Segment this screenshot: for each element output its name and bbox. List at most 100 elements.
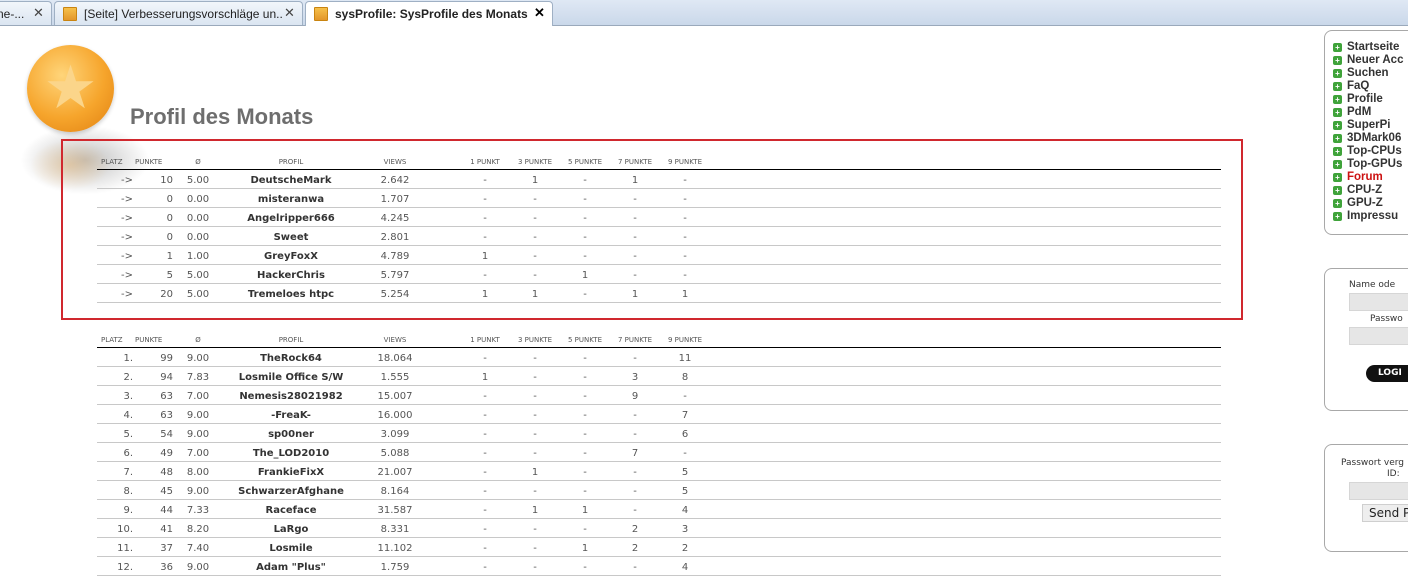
cell-avg: 7.83 bbox=[186, 372, 210, 383]
table-row: 9. 44 7.33 Raceface 31.587 - 1 1 - 4 bbox=[97, 500, 1221, 519]
cell-7-punkte: 2 bbox=[631, 524, 639, 535]
favicon-icon bbox=[63, 7, 77, 21]
sidebar-item-forum[interactable]: + Forum bbox=[1333, 171, 1403, 184]
table-row: 11. 37 7.40 Losmile 11.102 - - 1 2 2 bbox=[97, 538, 1221, 557]
cell-views: 31.587 bbox=[377, 505, 413, 516]
sidebar-item-label: 3DMark06 bbox=[1347, 132, 1402, 144]
sidebar-item-profile[interactable]: + Profile bbox=[1333, 93, 1403, 106]
profile-link[interactable]: Losmile Office S/W bbox=[225, 372, 357, 383]
cell-platz: 7. bbox=[123, 467, 133, 478]
cell-avg: 9.00 bbox=[186, 353, 210, 364]
sidebar-item-label: Forum bbox=[1347, 171, 1383, 183]
profile-link[interactable]: Losmile bbox=[225, 543, 357, 554]
table-row: 3. 63 7.00 Nemesis28021982 15.007 - - - 9 - bbox=[97, 386, 1221, 405]
browser-tab-1[interactable]: ne-... ✕ bbox=[0, 1, 52, 25]
profile-link[interactable]: sp00ner bbox=[225, 429, 357, 440]
profile-link[interactable]: TheRock64 bbox=[225, 353, 357, 364]
col-views: VIEWS bbox=[383, 336, 407, 344]
id-input[interactable] bbox=[1349, 482, 1408, 500]
cell-1-punkt: - bbox=[483, 448, 487, 459]
sidebar-item-impressu[interactable]: + Impressu bbox=[1333, 210, 1403, 223]
cell-views: 3.099 bbox=[380, 429, 410, 440]
profile-link[interactable]: LaRgo bbox=[225, 524, 357, 535]
login-button[interactable]: LOGI bbox=[1366, 365, 1408, 382]
sidebar-item-label: GPU-Z bbox=[1347, 197, 1383, 209]
sidebar-item-neuer-acc[interactable]: + Neuer Acc bbox=[1333, 54, 1403, 67]
col-1-punkt: 1 PUNKT bbox=[470, 336, 500, 344]
cell-punkte: 94 bbox=[160, 372, 173, 383]
sidebar-item-label: PdM bbox=[1347, 106, 1372, 118]
cell-9-punkte: 5 bbox=[681, 467, 689, 478]
password-reset-label: Passwort verg bbox=[1341, 458, 1404, 468]
close-icon[interactable]: ✕ bbox=[33, 5, 44, 21]
cell-7-punkte: - bbox=[633, 562, 637, 573]
sidebar-item-superpi[interactable]: + SuperPi bbox=[1333, 119, 1403, 132]
password-label: Passwo bbox=[1370, 314, 1403, 324]
close-icon[interactable]: ✕ bbox=[284, 5, 295, 21]
cell-avg: 7.00 bbox=[186, 448, 210, 459]
cell-3-punkte: 1 bbox=[531, 467, 539, 478]
profile-link[interactable]: Adam "Plus" bbox=[225, 562, 357, 573]
cell-3-punkte: - bbox=[533, 543, 537, 554]
star-icon: ★ bbox=[43, 53, 98, 123]
username-input[interactable] bbox=[1349, 293, 1408, 311]
plus-bullet-icon: + bbox=[1333, 43, 1342, 52]
cell-9-punkte: 6 bbox=[681, 429, 689, 440]
sidebar-item-cpu-z[interactable]: + CPU-Z bbox=[1333, 184, 1403, 197]
sidebar-item-label: Top-GPUs bbox=[1347, 158, 1403, 170]
cell-1-punkt: - bbox=[483, 505, 487, 516]
profile-link[interactable]: Nemesis28021982 bbox=[225, 391, 357, 402]
profile-link[interactable]: The_LOD2010 bbox=[225, 448, 357, 459]
cell-9-punkte: - bbox=[683, 391, 687, 402]
cell-punkte: 99 bbox=[160, 353, 173, 364]
profile-link[interactable]: SchwarzerAfghane bbox=[225, 486, 357, 497]
table-row: 1. 99 9.00 TheRock64 18.064 - - - - 11 bbox=[97, 348, 1221, 367]
cell-platz: 3. bbox=[123, 391, 133, 402]
plus-bullet-icon: + bbox=[1333, 212, 1342, 221]
sidebar-item-faq[interactable]: + FaQ bbox=[1333, 80, 1403, 93]
plus-bullet-icon: + bbox=[1333, 69, 1342, 78]
browser-tab-2[interactable]: [Seite] Verbesserungsvorschläge un... ✕ bbox=[54, 1, 303, 25]
sidebar-item-pdm[interactable]: + PdM bbox=[1333, 106, 1403, 119]
close-icon[interactable]: ✕ bbox=[534, 5, 545, 21]
profile-link[interactable]: Raceface bbox=[225, 505, 357, 516]
cell-5-punkte: - bbox=[583, 467, 587, 478]
col-avg: Ø bbox=[195, 336, 201, 344]
browser-tab-active[interactable]: sysProfile: SysProfile des Monats ✕ bbox=[305, 1, 553, 26]
cell-3-punkte: - bbox=[533, 391, 537, 402]
password-input[interactable] bbox=[1349, 327, 1408, 345]
cell-3-punkte: - bbox=[533, 353, 537, 364]
col-7-punkte: 7 PUNKTE bbox=[617, 336, 652, 344]
cell-views: 15.007 bbox=[377, 391, 413, 402]
cell-views: 5.088 bbox=[380, 448, 410, 459]
cell-views: 16.000 bbox=[377, 410, 413, 421]
sidebar-item-suchen[interactable]: + Suchen bbox=[1333, 67, 1403, 80]
sidebar-item-gpu-z[interactable]: + GPU-Z bbox=[1333, 197, 1403, 210]
cell-5-punkte: 1 bbox=[581, 543, 589, 554]
sidebar-item-label: Profile bbox=[1347, 93, 1383, 105]
send-password-button[interactable]: Send P bbox=[1362, 504, 1408, 522]
cell-punkte: 54 bbox=[160, 429, 173, 440]
id-label: ID: bbox=[1387, 469, 1400, 479]
cell-9-punkte: 4 bbox=[681, 562, 689, 573]
cell-views: 1.555 bbox=[380, 372, 410, 383]
cell-3-punkte: - bbox=[533, 448, 537, 459]
profile-link[interactable]: FrankieFixX bbox=[225, 467, 357, 478]
cell-5-punkte: - bbox=[583, 448, 587, 459]
sidebar-item-top-cpus[interactable]: + Top-CPUs bbox=[1333, 145, 1403, 158]
browser-tab-strip: ne-... ✕ [Seite] Verbesserungsvorschläge… bbox=[0, 0, 1408, 26]
sidebar-item-label: SuperPi bbox=[1347, 119, 1391, 131]
cell-5-punkte: - bbox=[583, 524, 587, 535]
sidebar-item-3dmark06[interactable]: +3DMark06 bbox=[1333, 132, 1403, 145]
sidebar-item-label: Suchen bbox=[1347, 67, 1389, 79]
sidebar-item-top-gpus[interactable]: + Top-GPUs bbox=[1333, 158, 1403, 171]
plus-bullet-icon: + bbox=[1333, 95, 1342, 104]
table-row: 2. 94 7.83 Losmile Office S/W 1.555 1 - - 3 8 bbox=[97, 367, 1221, 386]
profile-link[interactable]: -FreaK- bbox=[225, 410, 357, 421]
cell-3-punkte: - bbox=[533, 524, 537, 535]
tab-title: [Seite] Verbesserungsvorschläge un... bbox=[84, 7, 282, 21]
table-row: 7. 48 8.00 FrankieFixX 21.007 - 1 - - 5 bbox=[97, 462, 1221, 481]
sidebar-item-startseite[interactable]: + Startseite bbox=[1333, 41, 1403, 54]
cell-platz: 9. bbox=[123, 505, 133, 516]
cell-9-punkte: 4 bbox=[681, 505, 689, 516]
